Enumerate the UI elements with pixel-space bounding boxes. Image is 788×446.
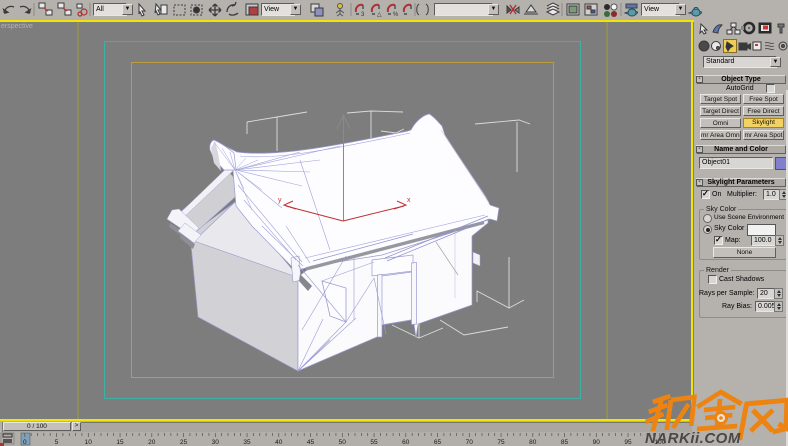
svg-text:x: x (407, 197, 411, 204)
svg-text:3: 3 (361, 12, 365, 18)
svg-text:△: △ (377, 12, 382, 18)
svg-text:y: y (278, 197, 282, 204)
svg-text:%: % (393, 12, 399, 18)
